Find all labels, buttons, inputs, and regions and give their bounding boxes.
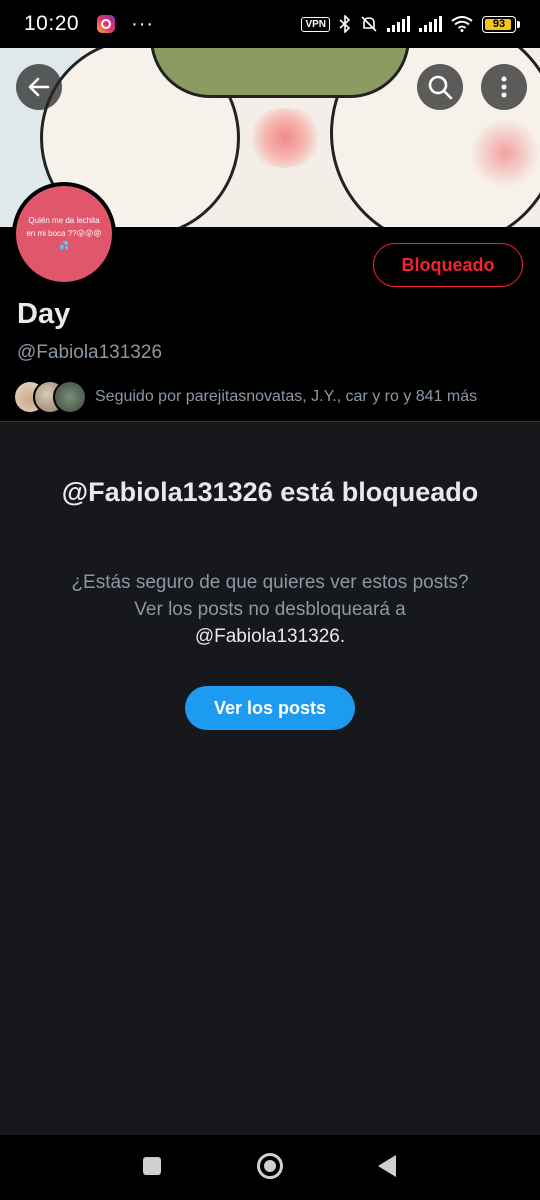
blocked-description-handle: @Fabiola131326. [194,625,346,647]
status-bar: 10:20 ··· VPN 93 [0,0,540,48]
recent-apps-button[interactable] [143,1157,161,1175]
back-arrow-icon [28,77,50,97]
more-options-button[interactable] [481,64,527,110]
status-time: 10:20 [24,12,80,35]
follower-avatar [53,380,87,414]
system-nav-bar [0,1135,540,1200]
blocked-title: @Fabiola131326 está bloqueado [61,477,479,507]
view-posts-button[interactable]: Ver los posts [185,686,355,730]
status-left: 10:20 ··· [24,12,154,36]
blocked-description: ¿Estás seguro de que quieres ver estos p… [60,570,480,651]
mute-bell-icon [361,16,377,32]
bluetooth-icon [339,15,351,33]
screen: 10:20 ··· VPN 93 Quién me da lechita en … [0,0,540,1200]
vpn-icon: VPN [301,16,330,32]
status-right: VPN 93 [301,15,520,33]
signal-2-icon [419,16,442,32]
more-notifications-icon: ··· [131,12,155,35]
followed-by-row[interactable]: Seguido por parejitasnovatas, J.Y., car … [13,380,477,414]
display-name: Day [17,298,71,330]
back-button[interactable] [16,64,62,110]
followed-by-text: Seguido por parejitasnovatas, J.Y., car … [95,388,478,405]
system-back-button[interactable] [378,1155,396,1177]
avatar-text: Quién me da lechita en mi boca ??😛😛😝💦 [26,215,102,251]
search-button[interactable] [417,64,463,110]
blocked-button[interactable]: Bloqueado [373,243,523,287]
wifi-icon [451,16,473,32]
search-icon [428,75,453,100]
instagram-notification-icon [97,15,116,33]
avatar[interactable]: Quién me da lechita en mi boca ??😛😛😝💦 [12,182,116,286]
blocked-description-text: ¿Estás seguro de que quieres ver estos p… [71,572,469,620]
battery-icon: 93 [482,15,520,33]
signal-1-icon [387,16,410,32]
home-button[interactable] [257,1153,283,1179]
profile-handle: @Fabiola131326 [17,342,163,363]
battery-level: 93 [492,18,506,30]
blocked-panel: @Fabiola131326 está bloqueado ¿Estás seg… [0,421,540,1135]
more-vertical-icon [501,76,507,98]
